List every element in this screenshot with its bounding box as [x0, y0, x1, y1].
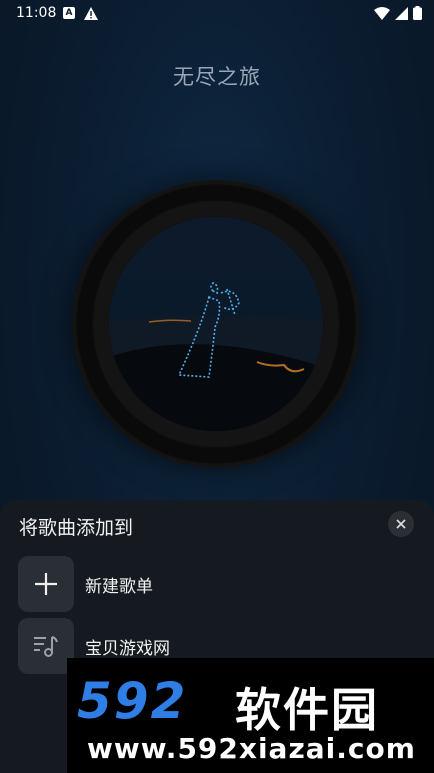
watermark: 592 软件园 www.592xiazai.com: [67, 658, 434, 773]
watermark-url: www.592xiazai.com: [87, 732, 416, 765]
status-bar: 11:08 A: [0, 0, 434, 28]
warning-icon: [84, 5, 98, 24]
close-button[interactable]: [388, 511, 414, 537]
watermark-brand: 软件园: [235, 683, 379, 737]
song-title: 无尽之旅: [173, 65, 261, 89]
notification-app-icon: A: [63, 7, 75, 19]
new-playlist-label: 新建歌单: [85, 577, 153, 597]
status-icons: [374, 5, 422, 24]
playlist-icon-box: [18, 618, 74, 674]
new-playlist-icon-box: [18, 556, 74, 612]
music-list-icon: [34, 636, 58, 657]
battery-icon: [413, 5, 422, 24]
status-time: 11:08: [16, 5, 57, 21]
watermark-number: 592: [77, 672, 188, 730]
new-playlist-item[interactable]: 新建歌单: [18, 556, 418, 612]
close-icon: [396, 519, 406, 529]
playlist-label: 宝贝游戏网: [85, 639, 170, 659]
wifi-icon: [374, 5, 390, 24]
album-cover: [109, 217, 323, 431]
signal-icon: [395, 5, 408, 24]
sheet-title: 将歌曲添加到: [19, 517, 134, 539]
plus-icon: [35, 573, 57, 595]
